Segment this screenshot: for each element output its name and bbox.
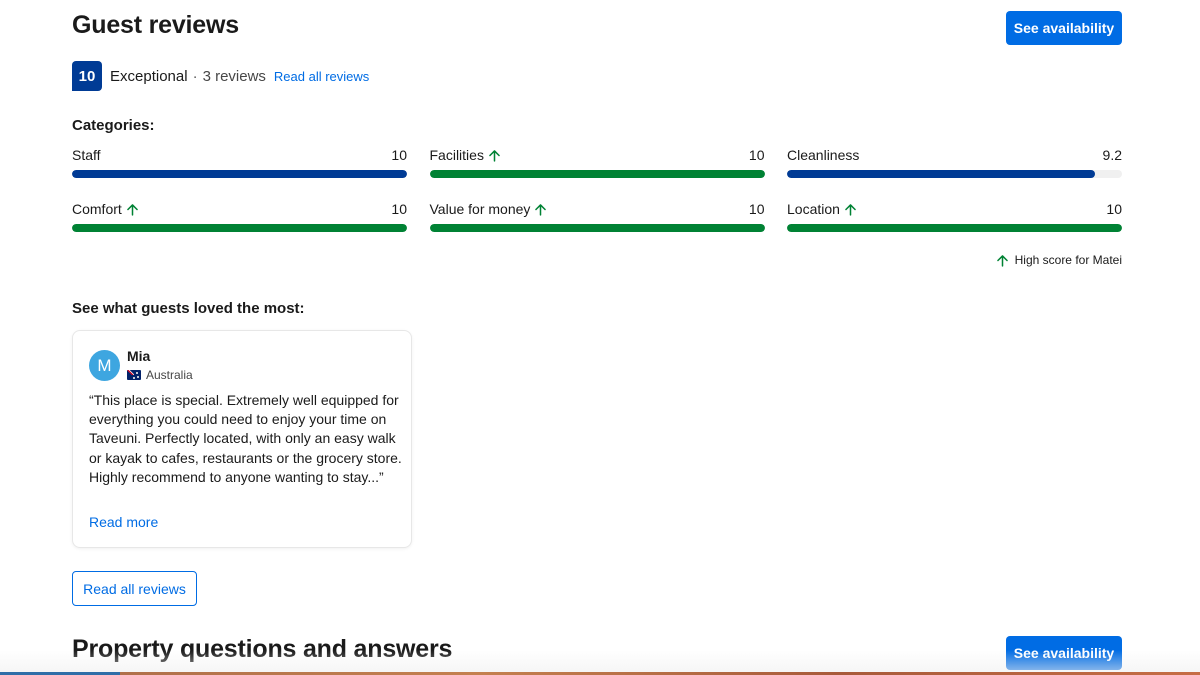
review-text: “This place is special. Extremely well e… [89,392,402,485]
high-score-note: High score for Matei [1014,253,1122,267]
score-bar-fill [429,170,765,178]
category-score: 10 [748,147,765,163]
score-bar-track [787,170,1122,178]
avatar: M [89,350,120,381]
category-label-wrap: Staff [72,147,101,163]
category-label-wrap: Cleanliness [787,147,859,163]
category-score: 10 [391,201,407,217]
category-score: 10 [391,147,407,163]
categories-heading: Categories: [72,117,155,134]
score-bar-fill [787,224,1122,232]
category-comfort: Comfort 10 [72,200,407,232]
category-label-wrap: Facilities [430,147,501,163]
category-label: Cleanliness [787,147,860,163]
reviewer-name: Mia [127,348,151,364]
separator: · [192,67,198,85]
review-card: M Mia Australia “This place is special. … [72,330,412,548]
reviewer-country: Australia [127,368,193,382]
score-bar-track [72,170,407,178]
score-bar-track [72,224,407,232]
category-header: Cleanliness 9.2 [787,146,1122,164]
guest-reviews-section: Guest reviews See availability 10 Except… [72,0,1122,675]
category-label-wrap: Value for money [430,201,548,217]
score-bar-track [429,224,765,232]
see-availability-button-qa[interactable]: See availability [1006,636,1122,670]
category-score: 10 [1106,201,1122,217]
category-cleanliness: Cleanliness 9.2 [787,146,1122,178]
category-location: Location 10 [787,200,1122,232]
score-bar-fill [787,170,1096,178]
category-facilities: Facilities 10 [429,146,765,178]
read-more-link[interactable]: Read more [89,514,158,530]
property-qa-heading: Property questions and answers [72,635,453,663]
category-label: Comfort [72,201,122,217]
loved-most-heading: See what guests loved the most: [72,300,305,317]
category-header: Staff 10 [72,146,407,164]
category-score: 10 [748,201,765,217]
read-all-reviews-button[interactable]: Read all reviews [72,571,197,606]
arrow-up-icon [488,149,501,162]
score-bar-fill [429,224,765,232]
score-bar-fill [72,170,407,178]
category-header: Location 10 [787,200,1122,218]
category-value-for-money: Value for money 10 [429,200,765,232]
see-availability-button[interactable]: See availability [1006,11,1122,45]
score-bar-fill [72,224,407,232]
australia-flag-icon [127,370,141,380]
guest-reviews-heading: Guest reviews [72,11,239,39]
arrow-up-icon [534,203,547,216]
arrow-up-icon [844,203,857,216]
high-score-legend: High score for Matei [996,253,1122,267]
category-header: Facilities 10 [430,146,765,164]
category-label-wrap: Comfort [72,201,139,217]
arrow-up-icon [996,254,1009,267]
arrow-up-icon [126,203,139,216]
category-label: Value for money [429,201,531,217]
category-label: Facilities [429,147,484,163]
category-header: Value for money 10 [430,200,765,218]
rating-word: Exceptional [110,67,188,85]
score-badge: 10 [72,61,102,91]
category-label-wrap: Location [787,201,857,217]
category-label: Location [787,201,840,217]
read-all-reviews-link[interactable]: Read all reviews [274,69,369,84]
score-bar-track [787,224,1122,232]
score-bar-track [429,170,765,178]
category-label: Staff [72,147,101,163]
review-score-summary: 10 Exceptional · 3 reviews Read all revi… [72,61,369,91]
category-score: 9.2 [1102,147,1122,163]
review-count: 3 reviews [202,67,266,85]
country-name: Australia [146,368,193,382]
category-staff: Staff 10 [72,146,407,178]
category-header: Comfort 10 [72,200,407,218]
